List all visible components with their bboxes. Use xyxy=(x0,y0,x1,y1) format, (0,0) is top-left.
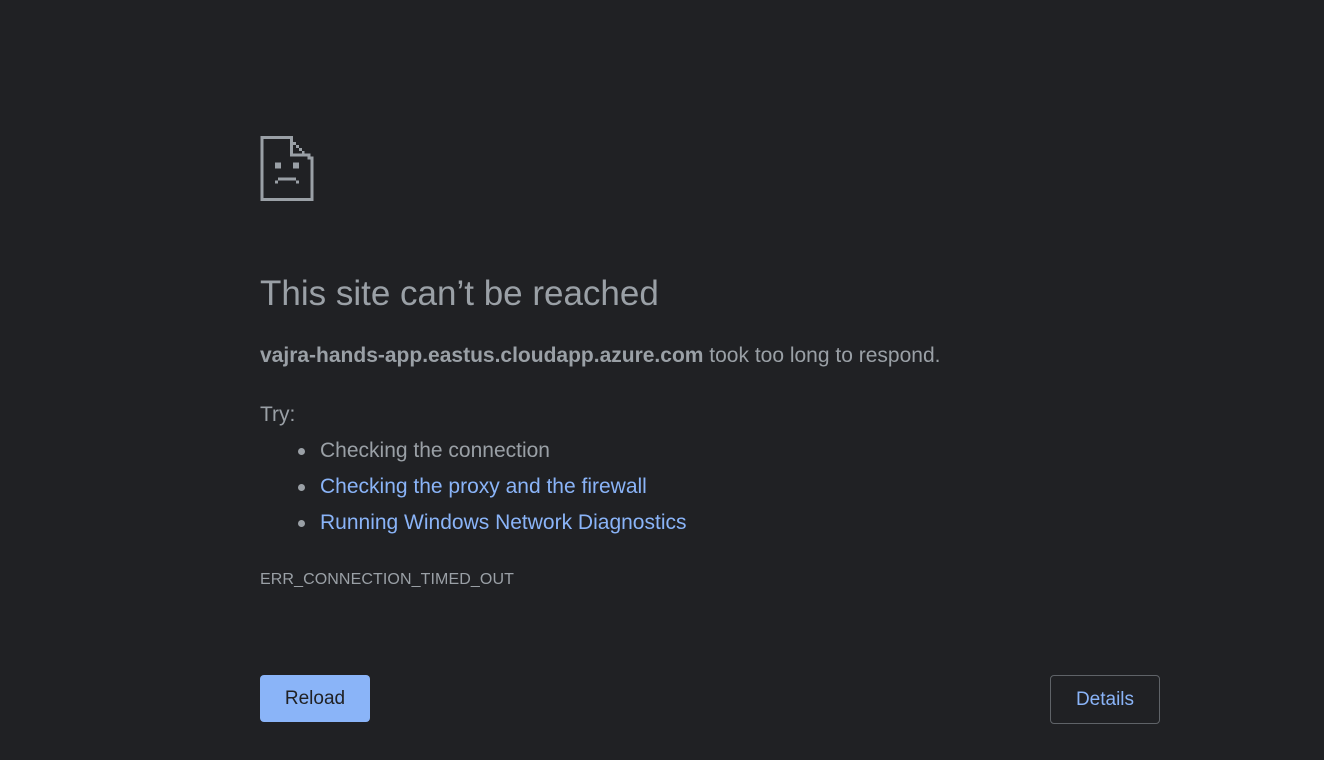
error-code: ERR_CONNECTION_TIMED_OUT xyxy=(260,571,514,588)
suggestion-check-connection: Checking the connection xyxy=(320,439,550,462)
try-label: Try: xyxy=(260,403,296,426)
list-item: Checking the proxy and the firewall xyxy=(260,473,687,509)
reload-button[interactable]: Reload xyxy=(260,675,370,722)
error-summary: vajra-hands-app.eastus.cloudapp.azure.co… xyxy=(260,342,940,370)
suggestion-proxy-firewall-link[interactable]: Checking the proxy and the firewall xyxy=(320,475,647,498)
sad-page-icon xyxy=(260,136,314,201)
error-container: This site can’t be reached vajra-hands-a… xyxy=(260,0,1160,760)
details-button[interactable]: Details xyxy=(1050,675,1160,724)
page-title: This site can’t be reached xyxy=(260,274,659,313)
suggestion-network-diagnostics-link[interactable]: Running Windows Network Diagnostics xyxy=(320,511,687,534)
list-item: Checking the connection xyxy=(260,437,687,473)
suggestions-list: Checking the connection Checking the pro… xyxy=(260,437,687,545)
host-name: vajra-hands-app.eastus.cloudapp.azure.co… xyxy=(260,344,704,367)
list-item: Running Windows Network Diagnostics xyxy=(260,509,687,545)
error-message: took too long to respond. xyxy=(703,344,941,367)
